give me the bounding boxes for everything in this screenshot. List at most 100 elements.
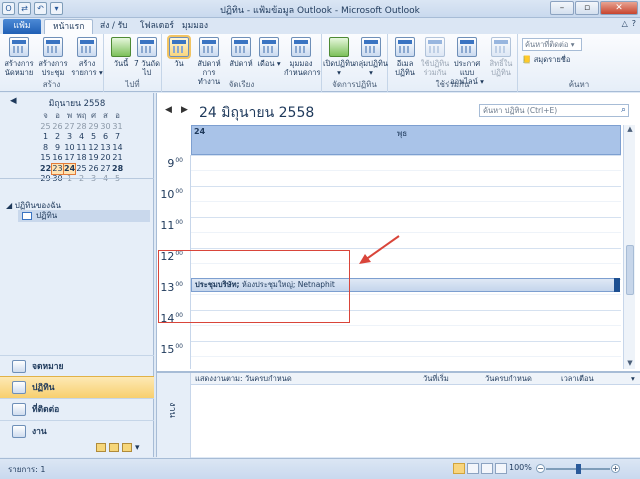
zoom-out-icon[interactable]: − — [536, 464, 545, 473]
reading-view-button[interactable] — [467, 463, 479, 474]
mini-calendar-day[interactable]: 25 — [40, 122, 51, 133]
mini-calendar-day[interactable]: 12 — [88, 143, 99, 154]
mini-calendar-day[interactable]: 3 — [88, 174, 99, 185]
notes-icon[interactable] — [96, 443, 106, 452]
nav-mail[interactable]: จดหมาย — [0, 355, 154, 377]
mini-calendar-day[interactable]: 13 — [100, 143, 111, 154]
close-button[interactable]: ✕ — [600, 1, 638, 15]
search-calendar-input[interactable]: ค้นหา ปฏิทิน (Ctrl+E) ⌕ — [479, 104, 629, 117]
nav-contacts[interactable]: ที่ติดต่อ — [0, 398, 154, 420]
scroll-down-icon[interactable]: ▼ — [625, 359, 635, 369]
open-calendar-button[interactable]: เปิดปฏิทิน ▾ — [322, 37, 356, 77]
prev-month-icon[interactable]: ◀ — [10, 96, 17, 110]
mini-calendar-day[interactable]: 15 — [40, 153, 51, 164]
mini-calendar-day[interactable]: 3 — [64, 132, 75, 143]
task-col-reminder[interactable]: เวลาเตือน — [561, 373, 594, 385]
task-col-due-date[interactable]: วันครบกำหนด — [485, 373, 532, 385]
mini-calendar-day[interactable]: 6 — [100, 132, 111, 143]
mini-calendar-day[interactable]: 8 — [40, 143, 51, 154]
task-col-arranged-by[interactable]: แสดงงานตาม: วันครบกำหนด — [195, 373, 292, 385]
mini-calendar-day[interactable]: 1 — [40, 132, 51, 143]
search-icon[interactable]: ⌕ — [621, 105, 626, 116]
tab-home[interactable]: หน้าแรก — [44, 19, 94, 34]
nav-calendar[interactable]: ปฏิทิน — [0, 376, 154, 398]
prev-day-icon[interactable]: ◀ — [165, 105, 172, 115]
list-view-button[interactable] — [481, 463, 493, 474]
mini-calendar-day[interactable]: 27 — [64, 122, 75, 133]
mini-calendar-day[interactable]: 28 — [112, 164, 123, 175]
share-calendar-button[interactable]: ใช้ปฏิทินร่วมกัน — [418, 37, 452, 77]
mini-calendar-day[interactable]: 21 — [112, 153, 123, 164]
configure-buttons-icon[interactable]: ▾ — [135, 443, 145, 453]
mini-calendar-day[interactable]: 30 — [52, 174, 63, 185]
ribbon-collapse-icon[interactable]: △ — [622, 19, 628, 28]
next-7-days-button[interactable]: 7 วันถัดไป — [130, 37, 164, 77]
mini-calendar-day[interactable]: 4 — [100, 174, 111, 185]
calendar-list-item[interactable]: ปฏิทิน — [18, 210, 150, 222]
new-meeting-button[interactable]: สร้างการประชุม — [36, 37, 70, 77]
folder-icon[interactable] — [109, 443, 119, 452]
nav-tasks[interactable]: งาน — [0, 420, 154, 442]
mini-calendar-day[interactable]: 17 — [64, 153, 75, 164]
mini-calendar-day[interactable]: 16 — [52, 153, 63, 164]
view-month-button[interactable]: เดือน ▾ — [252, 37, 286, 68]
scroll-thumb[interactable] — [626, 245, 634, 295]
mini-calendar-day[interactable]: 1 — [64, 174, 75, 185]
zoom-slider[interactable]: − + — [536, 464, 620, 474]
mini-calendar-day[interactable]: 26 — [52, 122, 63, 133]
mini-calendar-day[interactable]: 27 — [100, 164, 111, 175]
help-icon[interactable]: ? — [632, 19, 636, 28]
tab-file[interactable]: แฟ้ม — [3, 19, 41, 34]
mini-calendar-day[interactable]: 18 — [76, 153, 87, 164]
mini-calendar-day[interactable]: 14 — [112, 143, 123, 154]
mini-calendar-day[interactable]: 10 — [64, 143, 75, 154]
scroll-up-icon[interactable]: ▲ — [625, 125, 635, 135]
group-manage-calendars: เปิดปฏิทิน ▾ กลุ่มปฏิทิน ▾ จัดการปฏิทิน — [322, 34, 388, 92]
day-header[interactable]: 24 พุธ — [191, 125, 621, 155]
search-contacts-input[interactable]: ค้นหาที่ติดต่อ ▾ — [522, 38, 582, 51]
task-header-dropdown-icon[interactable]: ▾ — [631, 373, 635, 385]
vertical-scrollbar[interactable]: ▲ ▼ — [623, 125, 635, 369]
mini-calendar-day[interactable]: 2 — [52, 132, 63, 143]
mini-calendar-day[interactable]: 31 — [112, 122, 123, 133]
new-appointment-button[interactable]: สร้างการนัดหมาย — [2, 37, 36, 77]
mini-calendar-day[interactable]: 9 — [52, 143, 63, 154]
group-find: ค้นหาที่ติดต่อ ▾ 📒 สมุดรายชื่อ ค้นหา — [522, 38, 590, 89]
hour-line — [191, 155, 621, 156]
mini-calendar-day[interactable]: 23 — [51, 162, 64, 175]
mini-calendar-day[interactable]: 5 — [88, 132, 99, 143]
mini-calendar-day[interactable]: 29 — [40, 174, 51, 185]
compact-view-button[interactable] — [495, 463, 507, 474]
schedule-view-button[interactable]: มุมมองกำหนดการ — [284, 37, 320, 77]
mini-calendar-day[interactable]: 22 — [40, 164, 51, 175]
calendar-groups-button[interactable]: กลุ่มปฏิทิน ▾ — [354, 37, 388, 77]
mini-calendar-day[interactable]: 19 — [88, 153, 99, 164]
mini-calendar-day[interactable]: 5 — [112, 174, 123, 185]
mini-calendar-day[interactable]: 29 — [88, 122, 99, 133]
email-calendar-button[interactable]: อีเมลปฏิทิน — [388, 37, 422, 77]
task-col-start-date[interactable]: วันที่เริ่ม — [423, 373, 449, 385]
new-items-button[interactable]: สร้างรายการ ▾ — [70, 37, 104, 77]
zoom-knob[interactable] — [576, 464, 581, 474]
shortcuts-icon[interactable] — [122, 443, 132, 452]
mini-calendar-day[interactable]: 20 — [100, 153, 111, 164]
normal-view-button[interactable] — [453, 463, 465, 474]
view-day-button[interactable]: วัน — [162, 35, 196, 68]
tab-view[interactable]: มุมมอง — [174, 19, 216, 34]
mini-calendar-day[interactable]: 26 — [88, 164, 99, 175]
mini-calendar-day[interactable]: 7 — [112, 132, 123, 143]
calendar-permissions-button[interactable]: สิทธิ์ในปฏิทิน — [484, 37, 518, 77]
mini-calendar-day[interactable]: 30 — [100, 122, 111, 133]
mini-calendar-day[interactable]: 11 — [76, 143, 87, 154]
zoom-in-icon[interactable]: + — [611, 464, 620, 473]
address-book-button[interactable]: 📒 สมุดรายชื่อ — [522, 54, 570, 66]
mini-calendar-day[interactable]: 2 — [76, 174, 87, 185]
mini-calendar-day[interactable]: 4 — [76, 132, 87, 143]
tab-send-receive[interactable]: ส่ง / รับ — [92, 19, 136, 34]
minimize-button[interactable]: – — [550, 1, 574, 15]
maximize-button[interactable]: ▫ — [575, 1, 599, 15]
mini-calendar-day[interactable]: 25 — [76, 164, 87, 175]
mini-calendar-day[interactable]: 24 — [63, 162, 76, 175]
mini-calendar-day[interactable]: 28 — [76, 122, 87, 133]
next-day-icon[interactable]: ▶ — [181, 105, 188, 115]
